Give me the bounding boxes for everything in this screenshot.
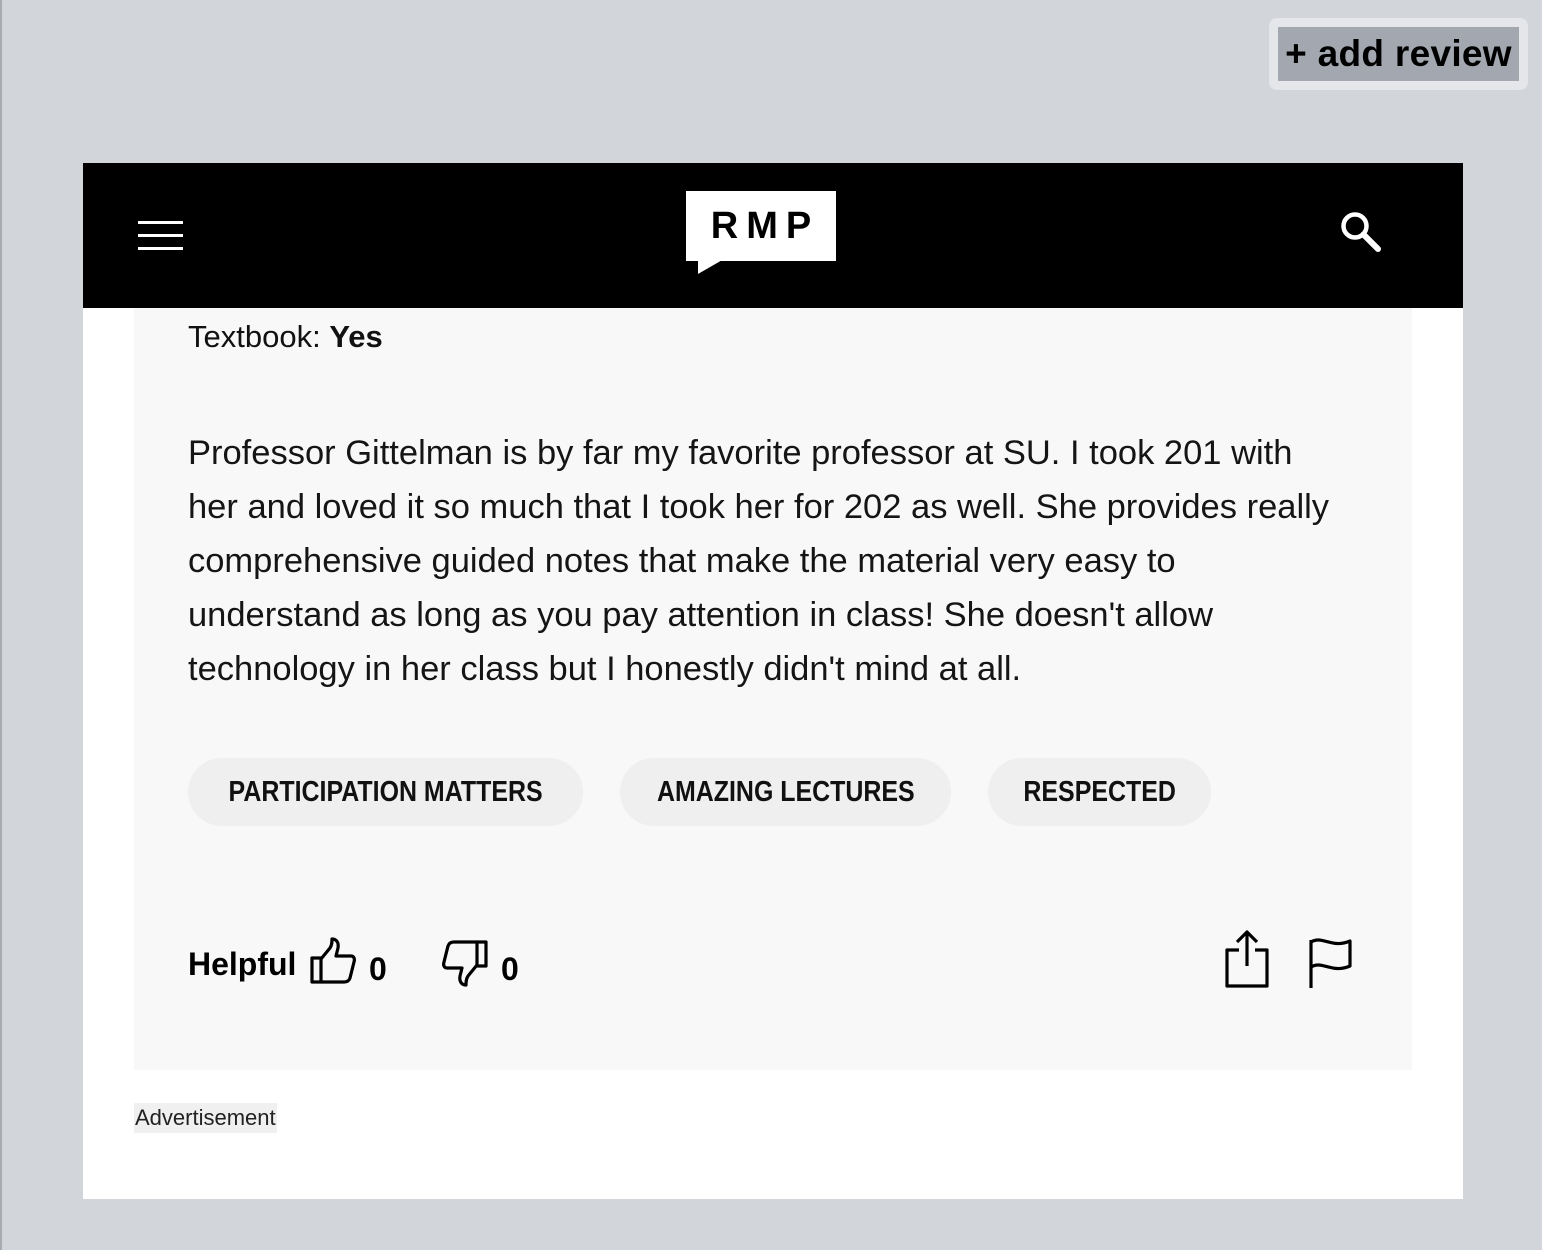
textbook-label: Textbook:: [188, 319, 321, 354]
top-navigation-bar: RMP: [83, 163, 1463, 308]
helpful-label: Helpful: [188, 946, 297, 982]
tag-participation-matters: PARTICIPATION MATTERS: [188, 758, 583, 826]
add-review-button[interactable]: + add review: [1278, 27, 1519, 81]
logo-text: RMP: [710, 204, 820, 247]
search-icon[interactable]: [1338, 209, 1383, 254]
tag-respected: RESPECTED: [988, 758, 1211, 826]
advertisement-label: Advertisement: [134, 1103, 277, 1133]
rmp-logo[interactable]: RMP: [686, 191, 836, 276]
page-viewport: RMP Textbook: Yes Professor Gittelman is…: [83, 163, 1463, 1199]
thumbs-down-count: 0: [501, 951, 519, 987]
review-comment: Professor Gittelman is by far my favorit…: [188, 434, 1330, 688]
flag-icon[interactable]: [1306, 936, 1354, 990]
thumbs-up-icon[interactable]: [308, 936, 358, 986]
textbook-value: Yes: [329, 319, 383, 354]
thumbs-up-count: 0: [369, 951, 387, 987]
textbook-info: Textbook: Yes: [188, 319, 383, 355]
hamburger-menu-icon[interactable]: [138, 221, 183, 251]
thumbs-down-icon[interactable]: [440, 938, 490, 988]
share-icon[interactable]: [1223, 928, 1271, 990]
review-card: Textbook: Yes Professor Gittelman is by …: [134, 308, 1412, 1070]
window-edge: [0, 0, 2, 1250]
tag-amazing-lectures: AMAZING LECTURES: [620, 758, 951, 826]
